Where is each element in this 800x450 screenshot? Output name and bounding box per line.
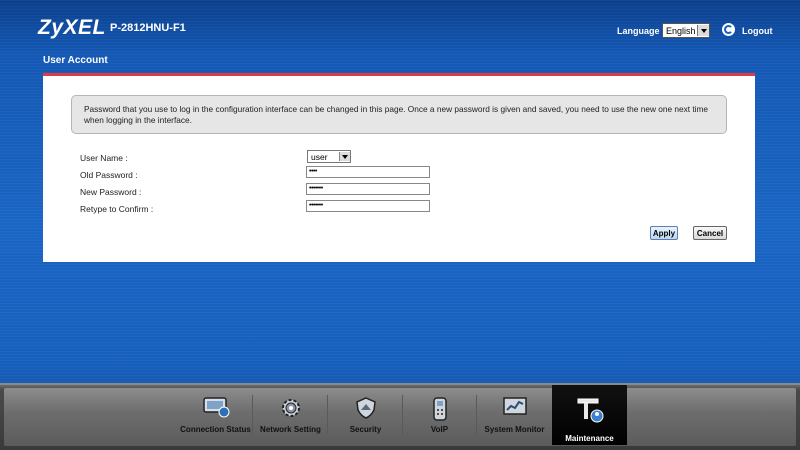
brand-logo: ZyXEL xyxy=(38,16,106,39)
language-select[interactable]: English xyxy=(662,23,710,38)
language-value: English xyxy=(666,25,696,36)
cancel-button[interactable]: Cancel xyxy=(693,226,727,240)
router-admin-screen: ZyXEL P-2812HNU-F1 Language : English Lo… xyxy=(0,0,800,450)
retype-password-input[interactable]: ••••••• xyxy=(306,200,430,212)
tab-label: VoIP xyxy=(430,425,449,434)
tab-label: Security xyxy=(349,425,382,434)
logout-link[interactable]: Logout xyxy=(742,26,773,36)
gear-icon xyxy=(281,399,300,417)
old-password-label: Old Password : xyxy=(80,170,138,180)
model-name: P-2812HNU-F1 xyxy=(110,22,186,34)
apply-button[interactable]: Apply xyxy=(650,226,678,240)
tab-label: Connection Status xyxy=(180,425,251,434)
chevron-down-icon xyxy=(339,152,350,161)
tab-connection-status[interactable]: Connection Status xyxy=(178,386,253,436)
old-password-input[interactable]: •••• xyxy=(306,166,430,178)
phone-icon xyxy=(432,397,447,421)
tab-label: System Monitor xyxy=(484,425,545,434)
tab-maintenance[interactable]: Maintenance xyxy=(552,385,627,445)
tab-network-setting[interactable]: Network Setting xyxy=(253,386,328,436)
tools-icon xyxy=(577,398,603,423)
logout-icon[interactable] xyxy=(722,23,735,36)
retype-password-label: Retype to Confirm : xyxy=(80,204,154,214)
language-label: Language : xyxy=(617,26,666,36)
chart-icon xyxy=(502,397,527,415)
username-label: User Name : xyxy=(80,153,128,163)
chevron-down-icon xyxy=(697,25,709,36)
info-notice: Password that you use to log in the conf… xyxy=(71,95,727,134)
tab-label: Maintenance xyxy=(565,434,614,443)
new-password-label: New Password : xyxy=(80,187,142,197)
tab-voip[interactable]: VoIP xyxy=(402,386,477,436)
tab-system-monitor[interactable]: System Monitor xyxy=(477,386,552,436)
shield-icon xyxy=(355,397,376,419)
page-title: User Account xyxy=(43,55,108,66)
tab-security[interactable]: Security xyxy=(328,386,403,436)
tab-label: Network Setting xyxy=(260,425,321,434)
new-password-input[interactable]: ••••••• xyxy=(306,183,430,195)
username-select[interactable]: user xyxy=(307,150,351,163)
user-account-panel: Password that you use to log in the conf… xyxy=(43,73,755,262)
username-value: user xyxy=(311,151,328,162)
monitor-icon xyxy=(202,397,229,418)
